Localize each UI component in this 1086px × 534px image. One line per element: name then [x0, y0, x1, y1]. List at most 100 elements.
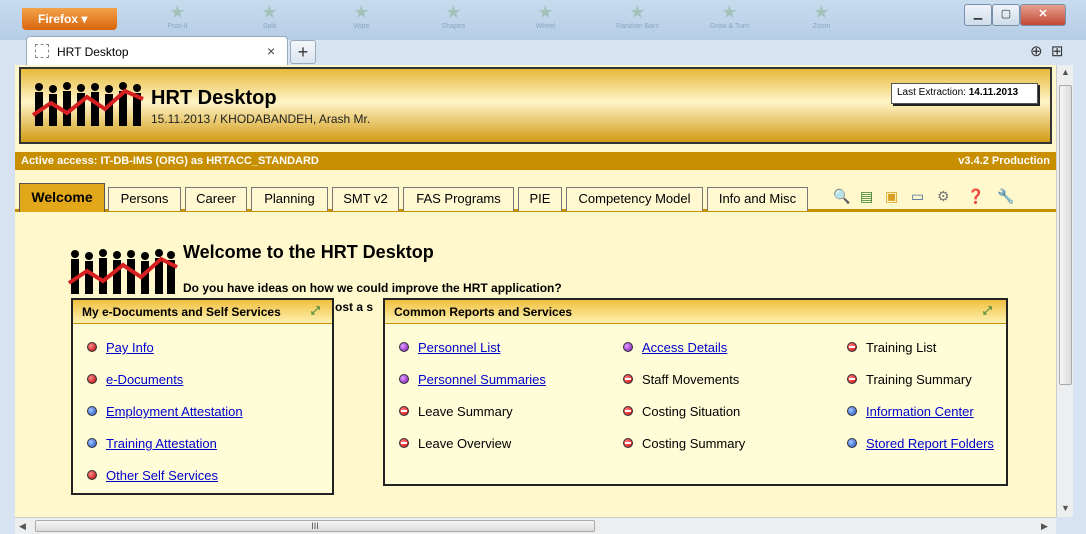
- unavailable-icon: [623, 406, 633, 416]
- binoculars-icon[interactable]: 🔍: [833, 188, 850, 204]
- new-tab-button[interactable]: +: [290, 40, 316, 64]
- firefox-menu-button[interactable]: Firefox ▾: [22, 8, 117, 30]
- vertical-scrollbar[interactable]: ▲ ▼: [1056, 65, 1073, 517]
- minimize-icon[interactable]: ▁: [964, 4, 992, 26]
- self-service-link[interactable]: Employment Attestation: [106, 404, 243, 419]
- maximize-icon[interactable]: ▢: [992, 4, 1020, 26]
- star-icon: ★: [261, 2, 278, 22]
- list-item[interactable]: Pay Info: [87, 340, 154, 355]
- list-item: Leave Summary: [399, 404, 513, 419]
- list-item[interactable]: Access Details: [623, 340, 727, 355]
- expand-icon[interactable]: ⤢: [311, 305, 320, 318]
- unavailable-icon: [623, 374, 633, 384]
- tab-pie[interactable]: PIE: [518, 187, 562, 211]
- user-date-line: 15.11.2013 / KHODABANDEH, Arash Mr.: [151, 112, 371, 126]
- access-bar: Active access: IT-DB-IMS (ORG) as HRTACC…: [15, 152, 1056, 170]
- unavailable-icon: [399, 438, 409, 448]
- folder-icon[interactable]: ▣: [885, 188, 898, 204]
- welcome-question: Do you have ideas on how we could improv…: [183, 281, 562, 295]
- unavailable-icon: [847, 342, 857, 352]
- taskbar-ghost-item: ★ Wipe: [334, 2, 389, 30]
- active-access-text: Active access: IT-DB-IMS (ORG) as HRTACC…: [21, 155, 319, 167]
- panorama-icon[interactable]: ⊞: [1051, 43, 1064, 60]
- tab-welcome[interactable]: Welcome: [19, 183, 105, 212]
- list-item[interactable]: Personnel Summaries: [399, 372, 546, 387]
- scroll-up-icon[interactable]: ▲: [1061, 67, 1070, 77]
- list-item[interactable]: Information Center: [847, 404, 974, 419]
- scroll-left-icon[interactable]: ◀: [19, 521, 26, 532]
- taskbar-ghost-item: ★ Zoom: [794, 2, 849, 30]
- window-controls: ▁ ▢ ✕: [964, 4, 1074, 26]
- last-extraction-value: 14.11.2013: [968, 87, 1019, 98]
- self-service-link[interactable]: Other Self Services: [106, 468, 218, 483]
- list-item: Training List: [847, 340, 936, 355]
- list-item[interactable]: Other Self Services: [87, 468, 218, 483]
- vertical-scroll-thumb[interactable]: [1059, 85, 1072, 385]
- bullet-icon: [847, 406, 857, 416]
- list-item[interactable]: e-Documents: [87, 372, 183, 387]
- list-item: Staff Movements: [623, 372, 739, 387]
- tab-smt-v2[interactable]: SMT v2: [332, 187, 399, 211]
- report-link[interactable]: Stored Report Folders: [866, 436, 994, 451]
- bullet-icon: [623, 342, 633, 352]
- list-item[interactable]: Employment Attestation: [87, 404, 243, 419]
- report-link[interactable]: Information Center: [866, 404, 974, 419]
- taskbar-ghost-item: ★ Random Bars: [610, 2, 665, 30]
- bullet-icon: [399, 374, 409, 384]
- report-label: Leave Summary: [418, 404, 513, 419]
- wrench-icon[interactable]: 🔧: [997, 188, 1014, 204]
- report-link[interactable]: Access Details: [642, 340, 727, 355]
- list-item[interactable]: Personnel List: [399, 340, 500, 355]
- self-service-link[interactable]: e-Documents: [106, 372, 183, 387]
- tab-info-and-misc[interactable]: Info and Misc: [707, 187, 808, 211]
- people-logo-icon: [31, 82, 144, 126]
- tab-planning[interactable]: Planning: [251, 187, 328, 211]
- scroll-right-icon[interactable]: ▶: [1041, 521, 1048, 532]
- last-extraction-label: Last Extraction:: [897, 87, 969, 98]
- tab-title: HRT Desktop: [57, 45, 129, 59]
- report-label: Costing Summary: [642, 436, 746, 451]
- report-label: Staff Movements: [642, 372, 740, 387]
- list-icon[interactable]: ▤: [860, 188, 873, 204]
- list-item: Leave Overview: [399, 436, 511, 451]
- horizontal-scrollbar[interactable]: ◀ III ▶: [15, 517, 1056, 534]
- message-icon[interactable]: ▭: [911, 188, 924, 204]
- version-text: v3.4.2 Production: [958, 155, 1050, 167]
- tab-competency-model[interactable]: Competency Model: [566, 187, 703, 211]
- self-services-title: My e-Documents and Self Services: [73, 300, 332, 324]
- bullet-icon: [399, 342, 409, 352]
- taskbar-ghost-item: ★ Post-It: [150, 2, 205, 30]
- unavailable-icon: [623, 438, 633, 448]
- taskbar-ghost-label: Zoom: [812, 23, 831, 30]
- tab-career[interactable]: Career: [185, 187, 247, 211]
- tab-persons[interactable]: Persons: [108, 187, 181, 211]
- common-reports-title: Common Reports and Services: [385, 300, 1006, 324]
- expand-icon[interactable]: ⤢: [983, 305, 992, 318]
- report-link[interactable]: Personnel Summaries: [418, 372, 546, 387]
- taskbar-ghost-label: Shapes: [441, 23, 466, 30]
- taskbar-ghost-label: Split: [262, 23, 277, 30]
- report-label: Costing Situation: [642, 404, 741, 419]
- list-item: Costing Summary: [623, 436, 745, 451]
- tab-close-icon[interactable]: ×: [267, 43, 275, 59]
- close-window-icon[interactable]: ✕: [1020, 4, 1066, 26]
- help-icon[interactable]: ❓: [967, 188, 984, 204]
- bullet-icon: [87, 470, 97, 480]
- sync-icon[interactable]: ⊕: [1030, 43, 1043, 60]
- star-icon: ★: [537, 2, 554, 22]
- gear-icon[interactable]: ⚙: [937, 188, 950, 204]
- report-label: Training List: [866, 340, 937, 355]
- taskbar-ghost-item: ★ Shapes: [426, 2, 481, 30]
- self-service-link[interactable]: Training Attestation: [106, 436, 217, 451]
- scroll-down-icon[interactable]: ▼: [1061, 503, 1070, 513]
- list-item[interactable]: Training Attestation: [87, 436, 217, 451]
- browser-tab[interactable]: HRT Desktop ×: [26, 36, 288, 66]
- self-service-link[interactable]: Pay Info: [106, 340, 154, 355]
- tab-fas-programs[interactable]: FAS Programs: [403, 187, 514, 211]
- star-icon: ★: [169, 2, 186, 22]
- horizontal-scroll-thumb[interactable]: III: [35, 520, 595, 532]
- taskbar-ghost-item: ★ Wheel: [518, 2, 573, 30]
- report-link[interactable]: Personnel List: [418, 340, 500, 355]
- list-item: Costing Situation: [623, 404, 740, 419]
- list-item[interactable]: Stored Report Folders: [847, 436, 994, 451]
